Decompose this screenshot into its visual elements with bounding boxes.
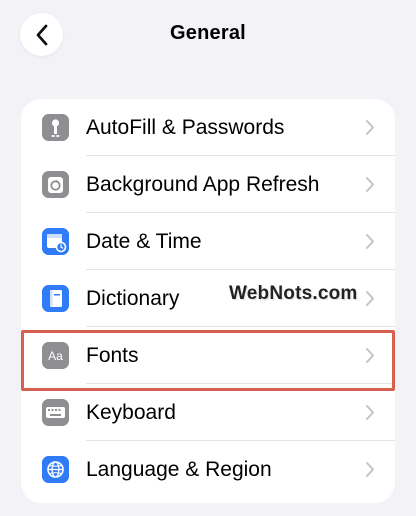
settings-row-label: Date & Time bbox=[86, 230, 202, 253]
chevron-right-icon bbox=[366, 120, 374, 135]
settings-row-date-time[interactable]: Date & Time bbox=[21, 213, 395, 270]
keyboard-icon bbox=[42, 399, 69, 426]
watermark: WebNots.com bbox=[229, 283, 358, 304]
settings-row-label: AutoFill & Passwords bbox=[86, 116, 285, 139]
chevron-right-icon bbox=[366, 234, 374, 249]
settings-row-keyboard[interactable]: Keyboard bbox=[21, 384, 395, 441]
settings-row-language-region[interactable]: Language & Region bbox=[21, 441, 395, 498]
chevron-right-icon bbox=[366, 291, 374, 306]
key-icon bbox=[42, 114, 69, 141]
chevron-right-icon bbox=[366, 177, 374, 192]
settings-row-fonts[interactable]: Aa Fonts bbox=[21, 327, 395, 384]
chevron-right-icon bbox=[366, 462, 374, 477]
chevron-right-icon bbox=[366, 405, 374, 420]
book-icon bbox=[42, 285, 69, 312]
settings-row-label: Fonts bbox=[86, 344, 139, 367]
svg-text:Aa: Aa bbox=[48, 349, 63, 363]
settings-row-label: Dictionary bbox=[86, 287, 180, 310]
page-title: General bbox=[170, 22, 246, 44]
settings-row-background-app-refresh[interactable]: Background App Refresh bbox=[21, 156, 395, 213]
fonts-icon: Aa bbox=[42, 342, 69, 369]
settings-row-label: Language & Region bbox=[86, 458, 272, 481]
refresh-icon bbox=[42, 171, 69, 198]
calendar-clock-icon bbox=[42, 228, 69, 255]
settings-row-label: Keyboard bbox=[86, 401, 176, 424]
chevron-right-icon bbox=[366, 348, 374, 363]
navigation-bar: General bbox=[0, 0, 416, 80]
settings-row-label: Background App Refresh bbox=[86, 173, 320, 196]
settings-row-autofill-passwords[interactable]: AutoFill & Passwords bbox=[21, 99, 395, 156]
globe-icon bbox=[42, 456, 69, 483]
